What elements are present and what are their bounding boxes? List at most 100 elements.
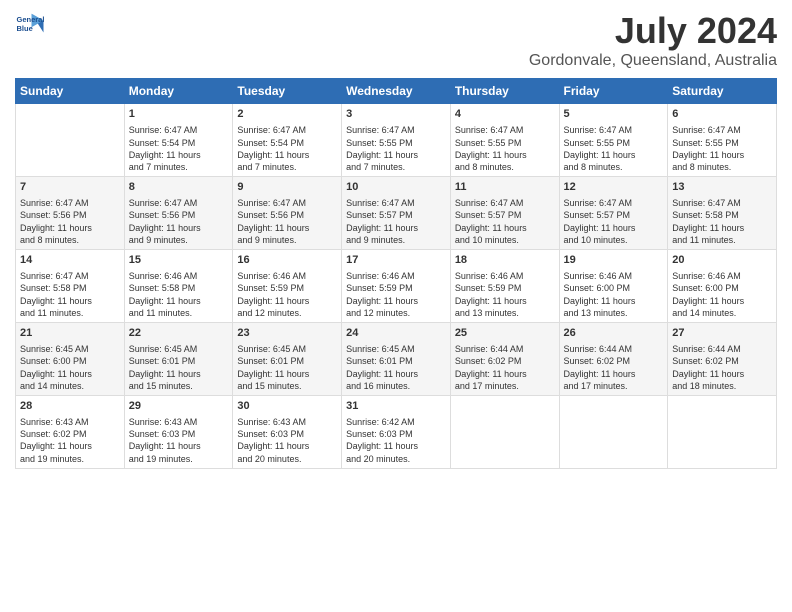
calendar-cell: 24 Sunrise: 6:45 AMSunset: 6:01 PMDayligh… (342, 322, 451, 395)
col-header-monday: Monday (124, 79, 233, 104)
col-header-sunday: Sunday (16, 79, 125, 104)
day-content: Sunrise: 6:45 AMSunset: 6:00 PMDaylight:… (20, 343, 120, 392)
logo-icon: General Blue (15, 10, 45, 40)
day-content: Sunrise: 6:44 AMSunset: 6:02 PMDaylight:… (455, 343, 555, 392)
day-number: 24 (346, 326, 446, 341)
calendar-cell: 30 Sunrise: 6:43 AMSunset: 6:03 PMDayligh… (233, 395, 342, 468)
calendar-cell: 1Sunrise: 6:47 AMSunset: 5:54 PMDaylight… (124, 104, 233, 177)
day-number: 8 (129, 180, 229, 195)
day-content: Sunrise: 6:45 AMSunset: 6:01 PMDaylight:… (346, 343, 446, 392)
day-number: 16 (237, 253, 337, 268)
header-row: SundayMondayTuesdayWednesdayThursdayFrid… (16, 79, 777, 104)
title-block: July 2024 Gordonvale, Queensland, Austra… (529, 10, 777, 70)
calendar-cell: 20 Sunrise: 6:46 AMSunset: 6:00 PMDayligh… (668, 249, 777, 322)
day-number: 19 (564, 253, 664, 268)
day-content: Sunrise: 6:44 AMSunset: 6:02 PMDaylight:… (564, 343, 664, 392)
day-content: Sunrise: 6:47 AMSunset: 5:58 PMDaylight:… (672, 197, 772, 246)
calendar-cell: 27 Sunrise: 6:44 AMSunset: 6:02 PMDayligh… (668, 322, 777, 395)
svg-text:General: General (17, 15, 45, 24)
calendar-cell: 6 Sunrise: 6:47 AMSunset: 5:55 PMDaylight… (668, 104, 777, 177)
day-content: Sunrise: 6:43 AMSunset: 6:03 PMDaylight:… (237, 416, 337, 465)
day-content: Sunrise: 6:47 AMSunset: 5:57 PMDaylight:… (455, 197, 555, 246)
day-content: Sunrise: 6:47 AMSunset: 5:55 PMDaylight:… (346, 124, 446, 173)
day-number: 6 (672, 107, 772, 122)
day-number: 11 (455, 180, 555, 195)
day-content: Sunrise: 6:47 AMSunset: 5:55 PMDaylight:… (564, 124, 664, 173)
day-number: 2 (237, 107, 337, 122)
day-content: Sunrise: 6:45 AMSunset: 6:01 PMDaylight:… (129, 343, 229, 392)
col-header-thursday: Thursday (450, 79, 559, 104)
day-number: 25 (455, 326, 555, 341)
day-number: 23 (237, 326, 337, 341)
day-content: Sunrise: 6:47 AMSunset: 5:56 PMDaylight:… (129, 197, 229, 246)
calendar-cell: 3Sunrise: 6:47 AMSunset: 5:55 PMDaylight… (342, 104, 451, 177)
day-content: Sunrise: 6:46 AMSunset: 6:00 PMDaylight:… (672, 270, 772, 319)
calendar-table: SundayMondayTuesdayWednesdayThursdayFrid… (15, 78, 777, 469)
day-number: 27 (672, 326, 772, 341)
day-number: 4 (455, 107, 555, 122)
day-content: Sunrise: 6:45 AMSunset: 6:01 PMDaylight:… (237, 343, 337, 392)
day-number: 12 (564, 180, 664, 195)
calendar-cell: 9 Sunrise: 6:47 AMSunset: 5:56 PMDaylight… (233, 176, 342, 249)
day-number: 9 (237, 180, 337, 195)
day-number: 14 (20, 253, 120, 268)
calendar-cell (668, 395, 777, 468)
calendar-cell: 23 Sunrise: 6:45 AMSunset: 6:01 PMDayligh… (233, 322, 342, 395)
day-content: Sunrise: 6:47 AMSunset: 5:56 PMDaylight:… (20, 197, 120, 246)
day-number: 29 (129, 399, 229, 414)
day-content: Sunrise: 6:46 AMSunset: 5:59 PMDaylight:… (346, 270, 446, 319)
col-header-friday: Friday (559, 79, 668, 104)
calendar-cell: 14Sunrise: 6:47 AMSunset: 5:58 PMDayligh… (16, 249, 125, 322)
day-number: 18 (455, 253, 555, 268)
subtitle: Gordonvale, Queensland, Australia (529, 52, 777, 70)
day-content: Sunrise: 6:44 AMSunset: 6:02 PMDaylight:… (672, 343, 772, 392)
day-number: 7 (20, 180, 120, 195)
day-number: 1 (129, 107, 229, 122)
day-number: 28 (20, 399, 120, 414)
calendar-cell: 11 Sunrise: 6:47 AMSunset: 5:57 PMDayligh… (450, 176, 559, 249)
day-number: 30 (237, 399, 337, 414)
calendar-cell: 10Sunrise: 6:47 AMSunset: 5:57 PMDayligh… (342, 176, 451, 249)
calendar-cell: 5Sunrise: 6:47 AMSunset: 5:55 PMDaylight… (559, 104, 668, 177)
day-number: 22 (129, 326, 229, 341)
day-content: Sunrise: 6:47 AMSunset: 5:57 PMDaylight:… (564, 197, 664, 246)
calendar-cell (16, 104, 125, 177)
day-content: Sunrise: 6:43 AMSunset: 6:02 PMDaylight:… (20, 416, 120, 465)
calendar-cell: 7 Sunrise: 6:47 AMSunset: 5:56 PMDaylight… (16, 176, 125, 249)
calendar-cell: 26 Sunrise: 6:44 AMSunset: 6:02 PMDayligh… (559, 322, 668, 395)
day-content: Sunrise: 6:46 AMSunset: 5:59 PMDaylight:… (237, 270, 337, 319)
day-content: Sunrise: 6:47 AMSunset: 5:55 PMDaylight:… (672, 124, 772, 173)
day-content: Sunrise: 6:42 AMSunset: 6:03 PMDaylight:… (346, 416, 446, 465)
calendar-cell (450, 395, 559, 468)
calendar-cell: 12 Sunrise: 6:47 AMSunset: 5:57 PMDayligh… (559, 176, 668, 249)
day-number: 15 (129, 253, 229, 268)
calendar-cell: 19Sunrise: 6:46 AMSunset: 6:00 PMDayligh… (559, 249, 668, 322)
calendar-row-2: 14Sunrise: 6:47 AMSunset: 5:58 PMDayligh… (16, 249, 777, 322)
day-content: Sunrise: 6:43 AMSunset: 6:03 PMDaylight:… (129, 416, 229, 465)
day-number: 17 (346, 253, 446, 268)
logo: General Blue (15, 10, 45, 40)
day-number: 10 (346, 180, 446, 195)
calendar-cell: 2Sunrise: 6:47 AMSunset: 5:54 PMDaylight… (233, 104, 342, 177)
calendar-cell: 21 Sunrise: 6:45 AMSunset: 6:00 PMDayligh… (16, 322, 125, 395)
day-content: Sunrise: 6:46 AMSunset: 5:58 PMDaylight:… (129, 270, 229, 319)
col-header-wednesday: Wednesday (342, 79, 451, 104)
calendar-cell: 28 Sunrise: 6:43 AMSunset: 6:02 PMDayligh… (16, 395, 125, 468)
calendar-cell: 16 Sunrise: 6:46 AMSunset: 5:59 PMDayligh… (233, 249, 342, 322)
calendar-cell: 29 Sunrise: 6:43 AMSunset: 6:03 PMDayligh… (124, 395, 233, 468)
calendar-cell: 22 Sunrise: 6:45 AMSunset: 6:01 PMDayligh… (124, 322, 233, 395)
calendar-cell: 25 Sunrise: 6:44 AMSunset: 6:02 PMDayligh… (450, 322, 559, 395)
calendar-row-4: 28 Sunrise: 6:43 AMSunset: 6:02 PMDayligh… (16, 395, 777, 468)
col-header-tuesday: Tuesday (233, 79, 342, 104)
calendar-row-3: 21 Sunrise: 6:45 AMSunset: 6:00 PMDayligh… (16, 322, 777, 395)
calendar-row-1: 7 Sunrise: 6:47 AMSunset: 5:56 PMDaylight… (16, 176, 777, 249)
day-number: 20 (672, 253, 772, 268)
day-number: 26 (564, 326, 664, 341)
day-number: 13 (672, 180, 772, 195)
calendar-cell: 8 Sunrise: 6:47 AMSunset: 5:56 PMDaylight… (124, 176, 233, 249)
day-number: 21 (20, 326, 120, 341)
day-content: Sunrise: 6:47 AMSunset: 5:56 PMDaylight:… (237, 197, 337, 246)
col-header-saturday: Saturday (668, 79, 777, 104)
day-content: Sunrise: 6:46 AMSunset: 5:59 PMDaylight:… (455, 270, 555, 319)
calendar-cell (559, 395, 668, 468)
